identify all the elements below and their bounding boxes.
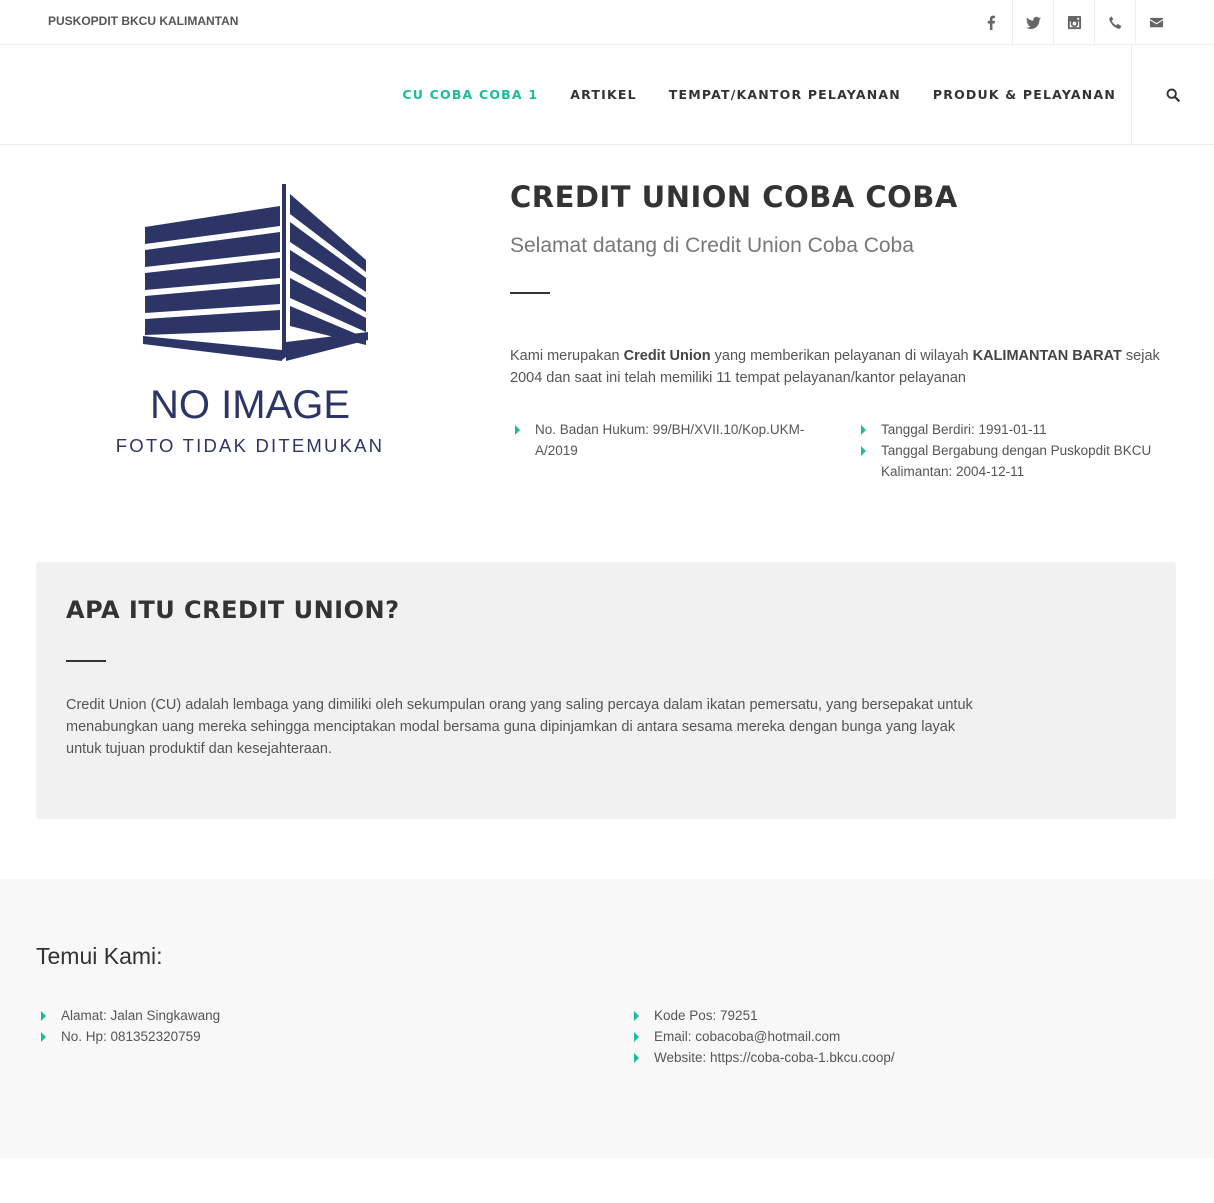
contact-list-left: Alamat: Jalan Singkawang No. Hp: 0813523… <box>36 1005 536 1047</box>
desc-text: yang memberikan pelayanan di wilayah <box>710 348 973 364</box>
about-credit-union-box: APA ITU CREDIT UNION? Credit Union (CU) … <box>36 562 1176 819</box>
contact-section: Temui Kami: Alamat: Jalan Singkawang No.… <box>0 879 1214 1158</box>
instagram-icon[interactable] <box>1053 0 1094 44</box>
main-nav: CU COBA COBA 1 ARTIKEL TEMPAT/KANTOR PEL… <box>0 45 1214 145</box>
nav-menu: CU COBA COBA 1 ARTIKEL TEMPAT/KANTOR PEL… <box>370 45 1116 144</box>
list-item: Website: https://coba-coba-1.bkcu.coop/ <box>629 1047 1169 1068</box>
nav-item-artikel[interactable]: ARTIKEL <box>570 87 637 102</box>
facebook-icon[interactable] <box>971 0 1012 44</box>
facts-list-left: No. Badan Hukum: 99/BH/XVII.10/Kop.UKM-A… <box>510 419 825 461</box>
caret-right-icon <box>634 1032 639 1042</box>
contact-list-right: Kode Pos: 79251 Email: cobacoba@hotmail.… <box>629 1005 1169 1068</box>
fact-badan-hukum: No. Badan Hukum: 99/BH/XVII.10/Kop.UKM-A… <box>535 422 805 458</box>
twitter-icon[interactable] <box>1012 0 1053 44</box>
about-title: APA ITU CREDIT UNION? <box>66 596 400 624</box>
phone-icon[interactable] <box>1094 0 1135 44</box>
contact-title: Temui Kami: <box>36 943 163 969</box>
nav-item-cu-coba-coba-1[interactable]: CU COBA COBA 1 <box>402 87 538 102</box>
caret-right-icon <box>861 446 866 456</box>
building-icon: NO IMAGE FOTO TIDAK DITEMUKAN <box>116 184 384 456</box>
caret-right-icon <box>634 1011 639 1021</box>
caret-right-icon <box>861 425 866 435</box>
no-image-placeholder: NO IMAGE FOTO TIDAK DITEMUKAN <box>110 180 390 470</box>
desc-bold-region: KALIMANTAN BARAT <box>972 348 1122 364</box>
contact-email[interactable]: Email: cobacoba@hotmail.com <box>654 1029 840 1044</box>
list-item: No. Hp: 081352320759 <box>36 1026 536 1047</box>
list-item: Kode Pos: 79251 <box>629 1005 1169 1026</box>
about-text: Credit Union (CU) adalah lembaga yang di… <box>66 697 973 757</box>
no-image-caption: FOTO TIDAK DITEMUKAN <box>116 435 384 456</box>
top-bar: PUSKOPDIT BKCU KALIMANTAN <box>0 0 1214 45</box>
search-button[interactable] <box>1131 45 1214 144</box>
search-icon <box>1166 88 1180 102</box>
contact-address: Alamat: Jalan Singkawang <box>61 1008 221 1023</box>
caret-right-icon <box>41 1032 46 1042</box>
caret-right-icon <box>41 1011 46 1021</box>
social-links <box>971 0 1176 44</box>
list-item: Tanggal Bergabung dengan Puskopdit BKCU … <box>856 440 1176 482</box>
no-image-title: NO IMAGE <box>150 383 350 427</box>
fact-tanggal-berdiri: Tanggal Berdiri: 1991-01-11 <box>881 422 1047 437</box>
fact-tanggal-bergabung: Tanggal Bergabung dengan Puskopdit BKCU … <box>881 443 1152 479</box>
nav-item-tempat-kantor-pelayanan[interactable]: TEMPAT/KANTOR PELAYANAN <box>669 87 901 102</box>
caret-right-icon <box>515 425 520 435</box>
hero-description: Kami merupakan Credit Union yang memberi… <box>510 345 1170 389</box>
desc-bold-credit-union: Credit Union <box>623 348 711 364</box>
org-name[interactable]: PUSKOPDIT BKCU KALIMANTAN <box>48 14 238 28</box>
title-divider <box>510 292 550 294</box>
nav-item-produk-pelayanan[interactable]: PRODUK & PELAYANAN <box>933 87 1116 102</box>
contact-postal-code: Kode Pos: 79251 <box>654 1008 758 1023</box>
list-item: No. Badan Hukum: 99/BH/XVII.10/Kop.UKM-A… <box>510 419 825 461</box>
list-item: Alamat: Jalan Singkawang <box>36 1005 536 1026</box>
mail-icon[interactable] <box>1135 0 1176 44</box>
page-subtitle: Selamat datang di Credit Union Coba Coba <box>510 234 914 257</box>
list-item: Email: cobacoba@hotmail.com <box>629 1026 1169 1047</box>
page-title: CREDIT UNION COBA COBA <box>510 180 958 214</box>
list-item: Tanggal Berdiri: 1991-01-11 <box>856 419 1176 440</box>
contact-phone: No. Hp: 081352320759 <box>61 1029 201 1044</box>
facts-list-right: Tanggal Berdiri: 1991-01-11 Tanggal Berg… <box>856 419 1176 482</box>
contact-website[interactable]: Website: https://coba-coba-1.bkcu.coop/ <box>654 1050 895 1065</box>
desc-text: Kami merupakan <box>510 348 624 364</box>
caret-right-icon <box>634 1053 639 1063</box>
about-divider <box>66 660 106 662</box>
